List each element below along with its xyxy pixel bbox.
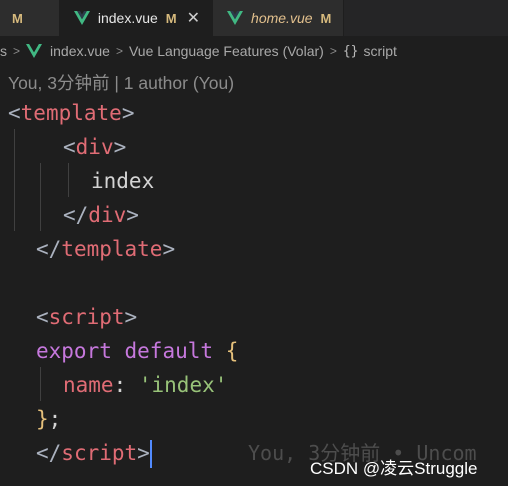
watermark: CSDN @凌云Struggle [310,459,478,478]
tab-partial[interactable]: M [0,0,60,36]
breadcrumb-provider[interactable]: Vue Language Features (Volar) [129,43,324,59]
breadcrumb-symbol[interactable]: script [363,43,396,59]
breadcrumb: s > index.vue > Vue Language Features (V… [0,38,508,64]
code-line: <div> [63,135,127,159]
braces-icon: {} [342,43,359,59]
chevron-right-icon: > [115,44,123,58]
tab-label: home.vue [251,10,313,26]
indent-guide [40,163,41,231]
vue-icon [26,44,43,58]
code-line: <template> [8,101,135,125]
tab-index-vue[interactable]: index.vue M ✕ [59,0,214,36]
code-line: }; [36,407,62,431]
chevron-right-icon: > [329,44,337,58]
tab-home-vue[interactable]: home.vue M [213,0,345,36]
vue-icon [73,11,90,25]
tab-modified-indicator: M [12,10,23,26]
code-line: index [91,169,155,193]
breadcrumb-lead[interactable]: s [0,43,7,59]
close-icon[interactable]: ✕ [187,8,200,28]
chevron-right-icon: > [13,44,21,58]
code-line: </div> [63,203,139,227]
vue-icon [227,11,244,25]
code-line: <script> [36,305,138,329]
code-line: </script> [36,436,152,470]
code-line: name: 'index' [63,373,228,397]
indent-guide [40,367,41,401]
indent-guide [14,129,15,231]
code-line: </template> [36,237,176,261]
tab-label: index.vue [97,10,158,26]
tab-bar: M index.vue M ✕ home.vue M [0,0,508,37]
indent-guide [68,163,69,197]
text-cursor [149,440,152,468]
code-line: export default { [36,339,239,363]
tab-modified-indicator: M [165,10,177,26]
codelens-blame[interactable]: You, 3分钟前 | 1 author (You) [8,70,234,95]
tab-modified-indicator: M [320,10,332,26]
breadcrumb-file[interactable]: index.vue [50,43,110,59]
